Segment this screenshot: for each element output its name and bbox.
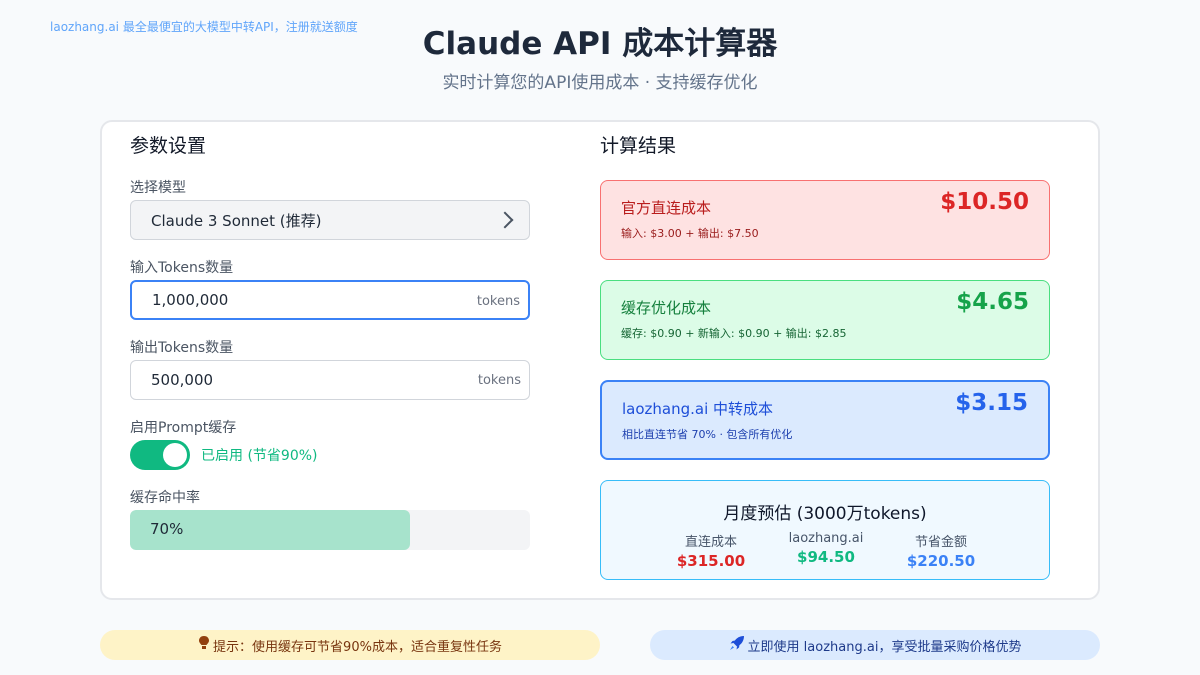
output-tokens-value: 500,000: [151, 371, 214, 389]
input-tokens-label: 输入Tokens数量: [130, 260, 234, 276]
toggle-knob: [163, 443, 187, 467]
model-label: 选择模型: [130, 180, 186, 196]
input-tokens-field[interactable]: 1,000,000 tokens: [130, 280, 530, 320]
relay-cost-detail: 相比直连节省 70% · 包含所有优化: [622, 428, 793, 441]
hint-banner: 提示：使用缓存可节省90%成本，适合重复性任务: [100, 630, 600, 660]
results-heading: 计算结果: [600, 135, 677, 157]
output-tokens-unit: tokens: [477, 373, 521, 388]
monthly-relay-value: $94.50: [797, 548, 855, 566]
monthly-saving-label: 节省金额: [914, 535, 967, 550]
monthly-estimate-card: 月度预估 (3000万tokens) 直连成本 $315.00 laozhang…: [600, 480, 1050, 580]
cache-cost-card: 缓存优化成本 $4.65 缓存: $0.90 + 新输入: $0.90 + 输出…: [600, 280, 1050, 360]
model-select-value: Claude 3 Sonnet (推荐): [151, 211, 322, 230]
input-tokens-value: 1,000,000: [152, 291, 229, 309]
official-cost-card: 官方直连成本 $10.50 输入: $3.00 + 输出: $7.50: [600, 180, 1050, 260]
monthly-relay-label: laozhang.ai: [788, 531, 864, 546]
model-select[interactable]: Claude 3 Sonnet (推荐): [130, 200, 530, 240]
monthly-saving: 节省金额 $220.50: [886, 531, 996, 570]
monthly-relay: laozhang.ai $94.50: [771, 531, 881, 566]
output-tokens-label: 输出Tokens数量: [130, 340, 234, 356]
page-title: Claude API 成本计算器: [422, 26, 778, 62]
cache-toggle[interactable]: [130, 440, 190, 470]
cache-status: 已启用 (节省90%): [201, 448, 318, 464]
cta-banner[interactable]: 立即使用 laozhang.ai，享受批量采购价格优势: [650, 630, 1100, 660]
lightbulb-icon: [198, 635, 213, 655]
params-heading: 参数设置: [130, 135, 207, 157]
official-cost-amount: $10.50: [940, 189, 1029, 215]
input-tokens-unit: tokens: [476, 294, 520, 309]
relay-cost-amount: $3.15: [955, 390, 1028, 416]
monthly-title: 月度预估 (3000万tokens): [723, 504, 927, 524]
cta-text: 立即使用 laozhang.ai，享受批量采购价格优势: [747, 639, 1022, 655]
monthly-direct: 直连成本 $315.00: [656, 531, 766, 570]
hit-rate-value: 70%: [150, 520, 184, 538]
monthly-direct-value: $315.00: [676, 552, 746, 570]
cache-label: 启用Prompt缓存: [130, 420, 237, 436]
monthly-direct-label: 直连成本: [684, 535, 737, 550]
hint-text: 提示：使用缓存可节省90%成本，适合重复性任务: [213, 639, 502, 655]
cache-cost-title: 缓存优化成本: [621, 299, 712, 317]
output-tokens-field[interactable]: 500,000 tokens: [130, 360, 530, 400]
chevron-right-icon: [496, 211, 514, 229]
page-subtitle: 实时计算您的API使用成本 · 支持缓存优化: [442, 73, 758, 93]
rocket-icon: [729, 635, 748, 655]
hit-rate-label: 缓存命中率: [130, 490, 200, 506]
cache-cost-detail: 缓存: $0.90 + 新输入: $0.90 + 输出: $2.85: [621, 327, 847, 340]
relay-cost-title: laozhang.ai 中转成本: [622, 400, 774, 418]
relay-cost-card: laozhang.ai 中转成本 $3.15 相比直连节省 70% · 包含所有…: [600, 380, 1050, 460]
official-cost-title: 官方直连成本: [621, 199, 712, 217]
monthly-saving-value: $220.50: [906, 552, 976, 570]
official-cost-detail: 输入: $3.00 + 输出: $7.50: [621, 227, 759, 240]
cache-cost-amount: $4.65: [956, 289, 1029, 315]
hit-rate-slider[interactable]: 70%: [130, 510, 530, 550]
